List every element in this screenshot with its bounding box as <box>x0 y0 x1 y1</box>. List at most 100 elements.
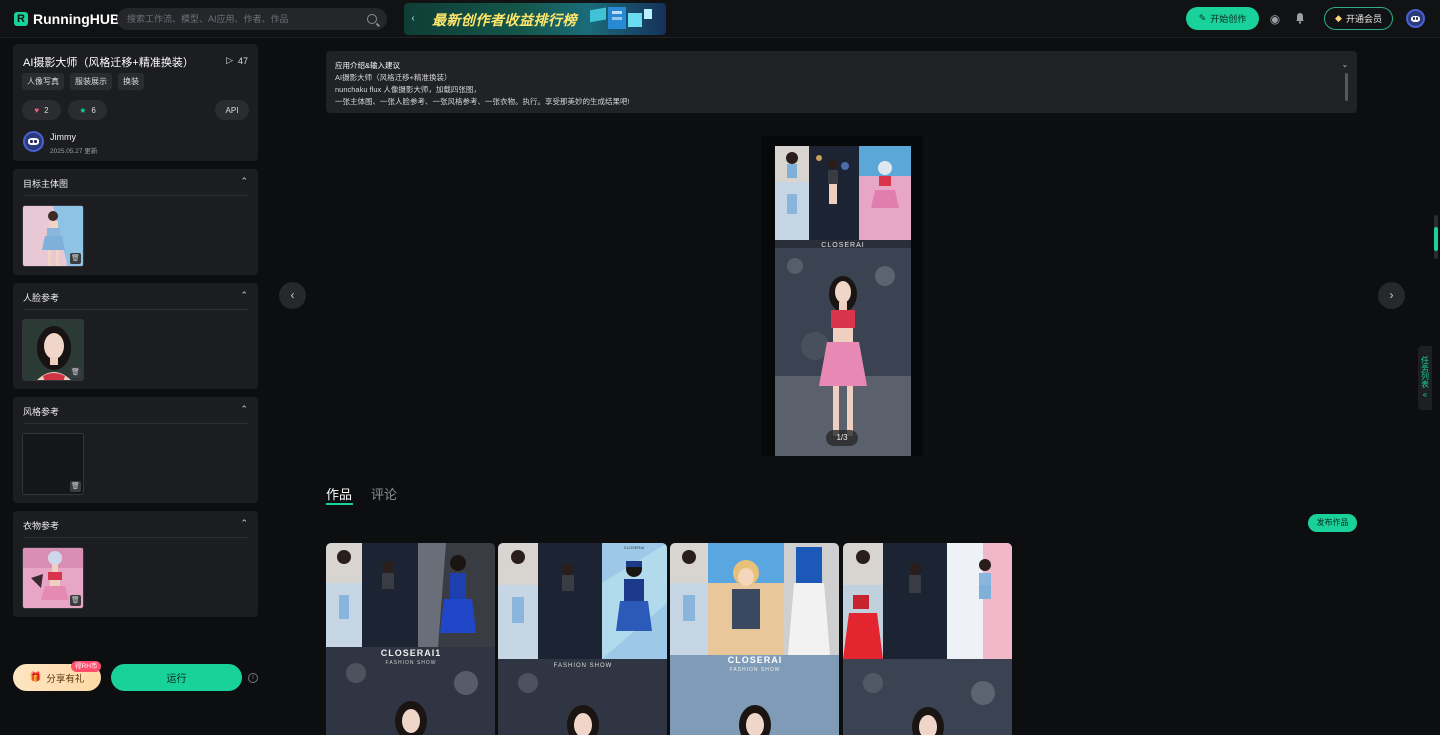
chevron-up-icon[interactable]: ⌃ <box>240 290 248 301</box>
chevron-up-icon[interactable]: ⌃ <box>240 518 248 529</box>
work-watermark-sub: FASHION SHOW <box>386 660 437 666</box>
tag[interactable]: 人像写真 <box>22 73 64 90</box>
delete-icon[interactable]: 🗑 <box>70 367 81 378</box>
work-card[interactable]: CLOSERAI1 FASHION SHOW <box>326 543 495 735</box>
start-create-label: 开始创作 <box>1210 14 1247 24</box>
eye-icon[interactable]: ◉ <box>1268 12 1282 26</box>
gallery-watermark: CLOSERAI <box>821 242 864 249</box>
expand-chevron-icon[interactable]: ⌄ <box>1342 59 1348 71</box>
divider <box>23 309 248 310</box>
page-scrollbar[interactable] <box>1434 215 1438 259</box>
app-description: 应用介绍&输入建议 AI摄影大师（风格迁移+精准换装） nunchaku flu… <box>326 51 1357 113</box>
app-info-card: AI摄影大师（风格迁移+精准换装） ▷ 47 人像写真 服装展示 换装 ♥ 2 … <box>13 44 258 161</box>
work-card[interactable] <box>843 543 1012 735</box>
diamond-icon: ◆ <box>1335 13 1342 23</box>
work-watermark: CLOSERAI <box>728 655 783 665</box>
like-count: 2 <box>44 105 49 115</box>
face-image[interactable]: 🗑 <box>22 319 84 381</box>
chevron-left-icon[interactable]: ‹ <box>406 11 420 27</box>
share-label: 分享有礼 <box>46 673 85 685</box>
rh-coin-badge: 得RH币 <box>71 661 102 672</box>
input-section-subject: 目标主体图 ⌃ 🗑 <box>13 169 258 275</box>
work-watermark-sub: FASHION SHOW <box>730 667 781 673</box>
star-icon: ★ <box>79 105 87 115</box>
delete-icon[interactable]: 🗑 <box>70 595 81 606</box>
heart-icon: ♥ <box>34 105 40 115</box>
chevron-up-icon[interactable]: ⌃ <box>240 176 248 187</box>
run-count: ▷ 47 <box>226 55 248 66</box>
input-section-style: 风格参考 ⌃ 🗑 <box>13 397 258 503</box>
tab-comments[interactable]: 评论 <box>371 484 397 503</box>
publish-work-button[interactable]: 发布作品 <box>1308 514 1357 532</box>
logo-icon: R <box>14 12 28 26</box>
section-title: 风格参考 <box>23 407 60 417</box>
work-watermark: CLOSERAI1 <box>381 648 442 658</box>
banner-text: 最新创作者收益排行榜 <box>432 12 577 28</box>
task-list-tab[interactable]: 任务列表 « <box>1418 346 1432 410</box>
favorite-count: 6 <box>91 105 96 115</box>
subject-image[interactable]: 🗑 <box>22 205 84 267</box>
bell-icon[interactable] <box>1293 12 1307 26</box>
section-title: 衣物参考 <box>23 521 60 531</box>
run-button[interactable]: 运行 <box>111 664 242 691</box>
user-avatar[interactable] <box>1406 9 1425 28</box>
gallery-image[interactable]: CLOSERAI <box>775 146 911 456</box>
task-list-label: 任务列表 <box>1420 356 1430 388</box>
active-tab-indicator <box>326 503 353 505</box>
info-icon[interactable]: i <box>248 673 258 683</box>
next-arrow-button[interactable]: › <box>1378 282 1405 309</box>
divider <box>23 537 248 538</box>
app-title: AI摄影大师（风格迁移+精准换装） <box>23 57 194 69</box>
divider <box>23 195 248 196</box>
api-button[interactable]: API <box>215 100 249 120</box>
input-section-clothing: 衣物参考 ⌃ 🗑 <box>13 511 258 617</box>
brush-icon: ✎ <box>1198 13 1207 23</box>
search-input[interactable] <box>127 14 367 24</box>
tab-works[interactable]: 作品 <box>326 484 352 503</box>
like-button[interactable]: ♥ 2 <box>22 100 61 120</box>
favorite-button[interactable]: ★ 6 <box>68 100 107 120</box>
gallery-counter: 1/3 <box>826 430 858 446</box>
description-line: AI摄影大师（风格迁移+精准换装） <box>335 73 452 82</box>
author-avatar[interactable] <box>23 131 44 152</box>
clothing-image[interactable]: 🗑 <box>22 547 84 609</box>
style-image[interactable]: 🗑 <box>22 433 84 495</box>
prev-arrow-button[interactable]: ‹ <box>279 282 306 309</box>
promo-banner[interactable]: ‹ 最新创作者收益排行榜 <box>404 3 666 35</box>
chevron-up-icon[interactable]: ⌃ <box>240 404 248 415</box>
search-icon[interactable] <box>367 14 377 24</box>
work-image: CLOSERAI1 FASHION SHOW <box>326 543 495 735</box>
divider <box>23 423 248 424</box>
section-title: 人脸参考 <box>23 293 60 303</box>
gallery-image-content: CLOSERAI <box>775 146 911 456</box>
work-image: CLOSERAI FASHION SHOW <box>498 543 667 735</box>
play-icon: ▷ <box>226 55 233 65</box>
vip-button[interactable]: ◆ 开通会员 <box>1324 7 1393 30</box>
input-section-face: 人脸参考 ⌃ 🗑 <box>13 283 258 389</box>
tag[interactable]: 换装 <box>118 73 144 90</box>
work-watermark: CLOSERAI <box>624 545 644 550</box>
description-title: 应用介绍&输入建议 <box>335 61 401 70</box>
work-card[interactable]: CLOSERAI FASHION SHOW <box>498 543 667 735</box>
logo[interactable]: R RunningHUB <box>14 11 120 27</box>
author-name[interactable]: Jimmy <box>50 132 76 142</box>
section-title: 目标主体图 <box>23 179 69 189</box>
search-bar[interactable] <box>117 8 387 30</box>
banner-illustration-icon <box>590 7 652 29</box>
brand-name: RunningHUB <box>33 11 121 27</box>
gift-icon: 🎁 <box>29 672 42 683</box>
work-watermark-sub: FASHION SHOW <box>554 663 613 669</box>
delete-icon[interactable]: 🗑 <box>70 481 81 492</box>
delete-icon[interactable]: 🗑 <box>70 253 81 264</box>
description-line: 一张主体图、一张人脸参考、一张风格参考、一张衣物。执行。享受那美妙的生成结果吧! <box>335 97 630 106</box>
vip-label: 开通会员 <box>1345 14 1382 24</box>
description-scrollbar[interactable] <box>1345 73 1348 101</box>
tag[interactable]: 服装展示 <box>70 73 112 90</box>
top-bar: R RunningHUB ‹ 最新创作者收益排行榜 ✎ 开始创作 ◉ ◆ 开通会… <box>0 0 1440 38</box>
tag-list: 人像写真 服装展示 换装 <box>22 73 144 90</box>
work-card[interactable]: CLOSERAI FASHION SHOW <box>670 543 839 735</box>
work-image: CLOSERAI FASHION SHOW <box>670 543 839 735</box>
run-count-value: 47 <box>237 55 248 66</box>
work-image <box>843 543 1012 735</box>
start-create-button[interactable]: ✎ 开始创作 <box>1186 7 1259 30</box>
